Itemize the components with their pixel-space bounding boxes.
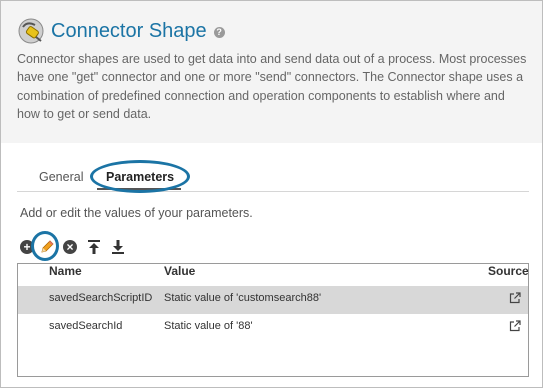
move-to-top-icon (88, 240, 100, 254)
column-header-source[interactable]: Source (488, 264, 528, 278)
page-title: Connector Shape (51, 19, 207, 42)
connector-shape-dialog: Connector Shape ? Connector shapes are u… (0, 0, 543, 388)
column-header-name[interactable]: Name (49, 264, 82, 278)
table-row[interactable]: savedSearchId Static value of '88' (18, 314, 528, 342)
table-header: Name Value Source (18, 264, 528, 286)
tab-bar: General Parameters (17, 160, 529, 193)
row-name: savedSearchId (49, 320, 123, 332)
row-value: Static value of 'customsearch88' (164, 292, 322, 304)
external-link-icon[interactable] (509, 292, 521, 304)
pencil-icon (41, 240, 54, 253)
row-name: savedSearchScriptID (49, 292, 153, 304)
help-icon[interactable]: ? (213, 26, 225, 38)
active-tab-indicator (97, 188, 181, 190)
instructions-text: Add or edit the values of your parameter… (20, 206, 253, 220)
connector-shape-icon (18, 18, 44, 44)
add-parameter-button[interactable]: + (20, 240, 34, 254)
dialog-header: Connector Shape ? Connector shapes are u… (1, 1, 542, 143)
row-value: Static value of '88' (164, 320, 253, 332)
parameters-toolbar: + × (20, 231, 126, 261)
move-to-top-button[interactable] (86, 239, 102, 255)
tab-general[interactable]: General (39, 170, 83, 184)
title-row: Connector Shape ? (17, 15, 225, 47)
external-link-icon[interactable] (509, 320, 521, 332)
edit-parameter-button[interactable] (31, 231, 59, 261)
table-row[interactable]: savedSearchScriptID Static value of 'cus… (18, 286, 528, 314)
tab-parameters[interactable]: Parameters (106, 170, 174, 184)
move-to-bottom-button[interactable] (110, 239, 126, 255)
move-to-bottom-icon (112, 240, 124, 254)
parameters-table: Name Value Source savedSearchScriptID St… (17, 263, 529, 377)
remove-parameter-button[interactable]: × (63, 240, 77, 254)
description: Connector shapes are used to get data in… (17, 52, 527, 122)
column-header-value[interactable]: Value (164, 264, 195, 278)
